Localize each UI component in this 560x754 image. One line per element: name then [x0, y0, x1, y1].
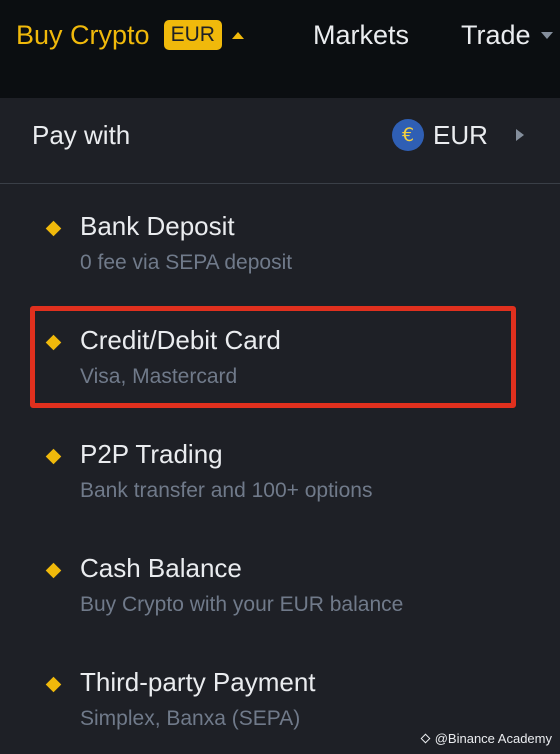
option-title: Third-party Payment: [80, 667, 316, 697]
watermark: @Binance Academy: [420, 729, 552, 747]
nav-buy-crypto-label: Buy Crypto: [16, 19, 150, 50]
pay-with-selector[interactable]: Pay with € EUR: [0, 98, 560, 184]
caret-down-icon: [540, 31, 553, 39]
diamond-bullet-icon: [45, 676, 62, 693]
currency-badge: EUR: [163, 20, 222, 50]
watermark-text: @Binance Academy: [434, 730, 552, 746]
caret-right-icon: [516, 129, 524, 141]
diamond-bullet-icon: [45, 562, 62, 579]
option-bank-deposit[interactable]: Bank Deposit 0 fee via SEPA deposit: [0, 199, 560, 311]
nav-buy-crypto[interactable]: Buy Crypto EUR: [16, 18, 244, 52]
option-title: P2P Trading: [80, 439, 223, 469]
top-navigation-bar: Buy Crypto EUR Markets Trade: [0, 0, 560, 98]
option-p2p-trading[interactable]: P2P Trading Bank transfer and 100+ optio…: [0, 427, 560, 539]
option-subtitle: Bank transfer and 100+ options: [80, 479, 373, 502]
option-cash-balance[interactable]: Cash Balance Buy Crypto with your EUR ba…: [0, 541, 560, 653]
option-title: Bank Deposit: [80, 211, 235, 241]
nav-trade-label: Trade: [461, 19, 531, 50]
option-subtitle: 0 fee via SEPA deposit: [80, 251, 293, 274]
caret-up-icon: [231, 31, 244, 39]
option-subtitle: Visa, Mastercard: [80, 365, 238, 388]
option-subtitle: Simplex, Banxa (SEPA): [80, 707, 301, 730]
option-credit-debit-card[interactable]: Credit/Debit Card Visa, Mastercard: [0, 313, 560, 425]
euro-coin-icon: €: [392, 119, 424, 151]
diamond-bullet-icon: [45, 448, 62, 465]
nav-markets[interactable]: Markets: [313, 18, 409, 52]
option-title: Credit/Debit Card: [80, 325, 281, 355]
option-title: Cash Balance: [80, 553, 242, 583]
pay-with-label: Pay with: [32, 120, 131, 150]
diamond-bullet-icon: [45, 334, 62, 351]
pay-with-currency: EUR: [433, 120, 488, 150]
diamond-bullet-icon: [45, 220, 62, 237]
binance-logo-icon: [420, 733, 431, 744]
option-subtitle: Buy Crypto with your EUR balance: [80, 593, 404, 616]
nav-trade[interactable]: Trade: [461, 18, 553, 52]
